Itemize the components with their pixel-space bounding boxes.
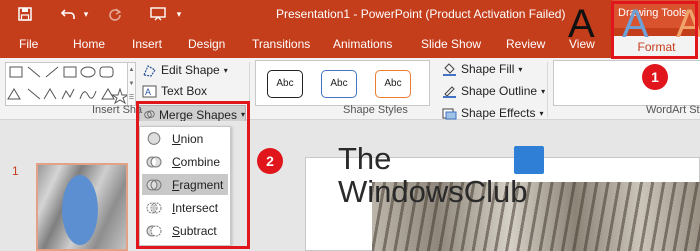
- wordart-sample-1[interactable]: A: [568, 2, 595, 46]
- tab-review[interactable]: Review: [506, 37, 545, 51]
- shape-outline-dropdown-icon: ▾: [541, 86, 546, 96]
- title-bar: ▾ ▾ Presentation1 - PowerPoint (Product …: [0, 0, 700, 28]
- wordart-group-label: WordArt St: [646, 104, 700, 116]
- group-separator: [547, 62, 548, 118]
- format-tab-highlight: [611, 1, 698, 59]
- tab-transitions[interactable]: Transitions: [252, 37, 310, 51]
- watermark-logo: [514, 146, 544, 174]
- shape-effects-button[interactable]: Shape Effects ▾: [442, 106, 544, 120]
- customize-qat-icon[interactable]: ▾: [172, 0, 186, 28]
- text-box-label: Text Box: [161, 84, 208, 98]
- shape-effects-icon: [442, 108, 457, 119]
- pencil-icon: [443, 85, 456, 98]
- window-title: Presentation1 - PowerPoint (Product Acti…: [276, 7, 566, 21]
- edit-shape-dropdown-icon: ▾: [223, 65, 228, 75]
- shapes-gallery-icons: [7, 66, 130, 105]
- shape-fill-dropdown-icon: ▾: [518, 64, 523, 74]
- step-2-badge: 2: [257, 148, 283, 174]
- tab-insert[interactable]: Insert: [132, 37, 162, 51]
- insert-shapes-group-label: Insert Sha: [92, 104, 143, 116]
- edit-shape-label: Edit Shape: [161, 63, 220, 77]
- redo-icon[interactable]: [104, 0, 126, 28]
- slide-thumbnail[interactable]: [36, 163, 128, 251]
- undo-dropdown-icon[interactable]: ▾: [80, 0, 92, 28]
- shape-effects-dropdown-icon: ▾: [539, 108, 544, 118]
- start-from-beginning-icon[interactable]: [146, 0, 170, 28]
- watermark-text: The WindowsClub: [338, 142, 528, 208]
- tab-slide-show[interactable]: Slide Show: [421, 37, 481, 51]
- shape-outline-label: Shape Outline: [461, 84, 538, 98]
- style-sample-3[interactable]: Abc: [375, 70, 411, 98]
- style-sample-1[interactable]: Abc: [267, 70, 303, 98]
- ribbon-tabs: File Home Insert Design Transitions Anim…: [0, 28, 700, 58]
- save-icon[interactable]: [12, 0, 38, 28]
- watermark-line-1: The: [338, 141, 392, 176]
- shape-fill-button[interactable]: Shape Fill ▾: [442, 62, 522, 76]
- tab-file[interactable]: File: [19, 37, 38, 51]
- tab-animations[interactable]: Animations: [333, 37, 392, 51]
- style-sample-2[interactable]: Abc: [321, 70, 357, 98]
- step-1-badge: 1: [642, 64, 668, 90]
- edit-shape-button[interactable]: Edit Shape ▾: [142, 63, 228, 77]
- edit-shape-icon: [143, 64, 156, 77]
- shape-fill-label: Shape Fill: [461, 62, 515, 76]
- undo-icon[interactable]: [56, 0, 80, 28]
- text-box-button[interactable]: A Text Box: [142, 84, 207, 98]
- watermark-line-2: WindowsClub: [338, 174, 528, 209]
- text-box-icon: A: [142, 85, 157, 97]
- paint-bucket-icon: [443, 62, 456, 76]
- slide-number: 1: [12, 164, 19, 178]
- shape-styles-group-label: Shape Styles: [343, 104, 408, 116]
- svg-text:A: A: [145, 87, 151, 97]
- merge-shapes-highlight: [136, 101, 250, 249]
- shape-outline-button[interactable]: Shape Outline ▾: [442, 84, 545, 98]
- tab-design[interactable]: Design: [188, 37, 225, 51]
- wordart-gallery[interactable]: [553, 60, 700, 106]
- shapes-gallery[interactable]: [5, 62, 133, 106]
- tab-home[interactable]: Home: [73, 37, 105, 51]
- shapes-gallery-scroll[interactable]: ▲ ▼ ☰: [127, 62, 136, 106]
- shape-effects-label: Shape Effects: [461, 106, 536, 120]
